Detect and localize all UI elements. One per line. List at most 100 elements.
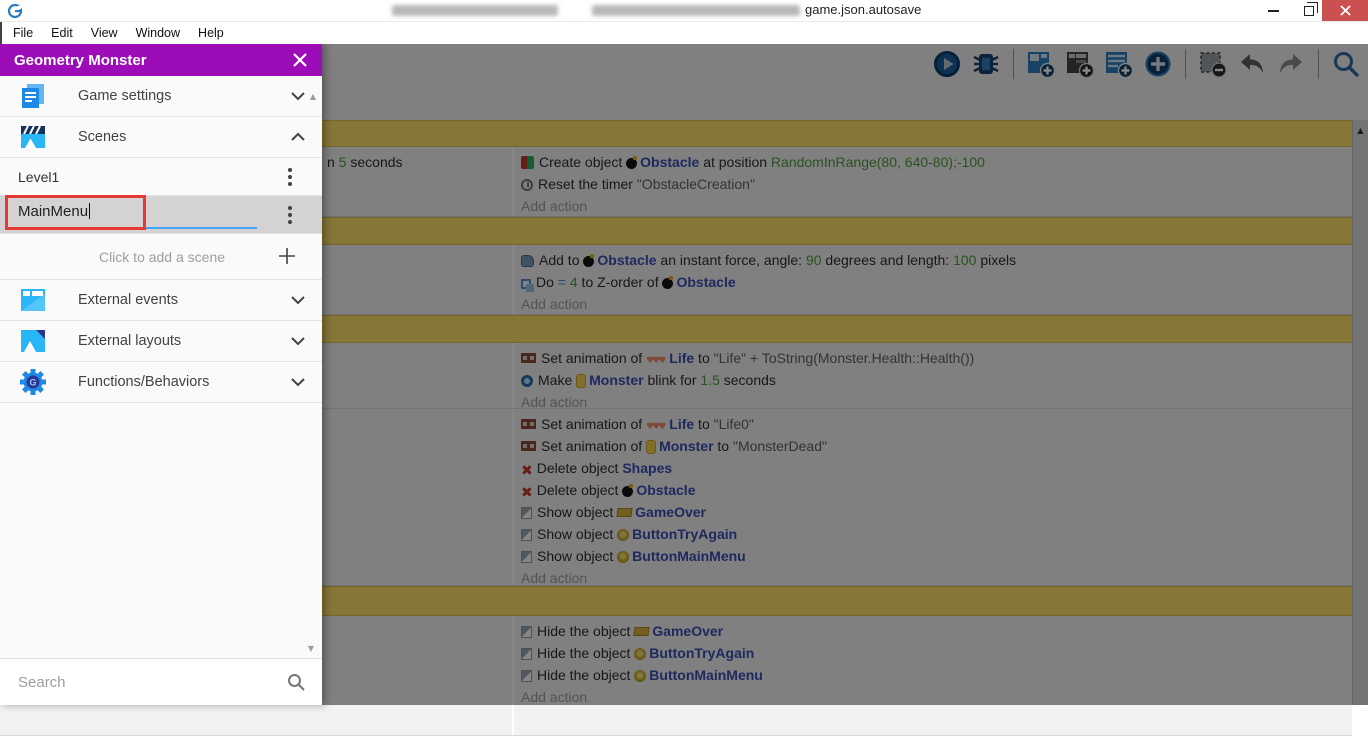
segment-obj: Monster	[589, 372, 644, 388]
segment-obj: Life	[669, 350, 695, 366]
visibility-action-icon	[521, 551, 532, 563]
scene-rename-field[interactable]: MainMenu	[18, 196, 274, 233]
events-scrollbar[interactable]: ▲	[1352, 120, 1368, 705]
segment-text: to	[713, 438, 733, 454]
action-row[interactable]: Set animation of Monster to "MonsterDead…	[514, 435, 1352, 457]
window-titlebar: game.json.autosave	[0, 0, 1368, 22]
segment-text: to	[694, 350, 714, 366]
segment-obj: Life	[669, 416, 695, 432]
scene-name-input[interactable]: MainMenu	[18, 203, 91, 220]
scene-item-mainmenu[interactable]: MainMenu	[0, 196, 322, 234]
action-row[interactable]: Create object Obstacle at position Rando…	[514, 151, 1352, 173]
action-row[interactable]: Make Monster blink for 1.5 seconds	[514, 369, 1352, 391]
undo-button[interactable]	[1236, 48, 1268, 80]
action-row[interactable]: Show object ButtonMainMenu	[514, 545, 1352, 567]
segment-expr: 1.5	[700, 372, 720, 388]
segment-obj: ButtonTryAgain	[632, 526, 738, 542]
segment-expr: 4	[569, 274, 578, 290]
action-row[interactable]: ✖ Delete object Shapes	[514, 457, 1352, 479]
chevron-down-icon	[291, 337, 305, 346]
banner-object-icon	[633, 627, 650, 636]
segment-text: Do	[536, 274, 558, 290]
close-button[interactable]	[1322, 0, 1368, 21]
add-other-event-button[interactable]	[1142, 48, 1174, 80]
menu-item-file[interactable]: File	[4, 26, 42, 40]
segment-text: Show object	[537, 548, 618, 564]
actions-cell[interactable]: Hide the object GameOver Hide the object …	[512, 616, 1352, 735]
sidebar-scroll-up-icon[interactable]: ▲	[310, 92, 316, 101]
menu-item-edit[interactable]: Edit	[42, 26, 82, 40]
menu-item-help[interactable]: Help	[189, 26, 233, 40]
kebab-menu-icon[interactable]	[288, 167, 292, 186]
action-row[interactable]: Set animation of ♥♥♥ Life to "Life" + ToS…	[514, 347, 1352, 369]
segment-obj: Obstacle	[676, 274, 736, 290]
action-row[interactable]: ✖ Delete object Obstacle	[514, 479, 1352, 501]
segment-text: Set animation of	[541, 438, 647, 454]
segment-expr: 100	[953, 252, 977, 268]
play-button[interactable]	[931, 48, 963, 80]
actions-cell[interactable]: Create object Obstacle at position Rando…	[512, 147, 1352, 216]
sidebar-scroll-down-icon[interactable]: ▼	[308, 644, 314, 653]
delete-action-icon: ✖	[521, 485, 533, 501]
redo-button[interactable]	[1275, 48, 1307, 80]
bomb-object-icon	[662, 276, 674, 289]
scroll-up-icon[interactable]: ▲	[1353, 124, 1368, 138]
add-action-button[interactable]: Add action	[514, 195, 1352, 217]
add-scene-button[interactable]: Click to add a scene	[0, 234, 322, 280]
action-row[interactable]: Set animation of ♥♥♥ Life to "Life0"	[514, 413, 1352, 435]
add-event-button[interactable]	[1025, 48, 1057, 80]
coin-object-icon	[634, 670, 647, 682]
zorder-action-icon	[521, 279, 534, 292]
add-comment-event-button[interactable]	[1103, 48, 1135, 80]
sidebar-item-game-settings[interactable]: Game settings	[0, 76, 322, 117]
menu-item-view[interactable]: View	[82, 26, 127, 40]
action-row[interactable]: Do = 4 to Z-order of Obstacle	[514, 271, 1352, 293]
game-settings-icon	[18, 81, 48, 111]
segment-expr: 90	[805, 252, 822, 268]
add-action-button[interactable]: Add action	[514, 567, 1352, 589]
add-subevent-button[interactable]	[1064, 48, 1096, 80]
sidebar-item-functions-behaviors[interactable]: G Functions/Behaviors	[0, 362, 322, 403]
scene-item-level1[interactable]: Level1	[0, 158, 322, 196]
segment-obj: Obstacle	[597, 252, 657, 268]
add-event-icon	[1028, 52, 1056, 79]
undo-icon	[1241, 54, 1263, 73]
segment-text: degrees and length:	[821, 252, 954, 268]
action-row[interactable]: Hide the object GameOver	[514, 620, 1352, 642]
action-row[interactable]: Show object GameOver	[514, 501, 1352, 523]
create-action-icon	[521, 156, 534, 169]
action-row[interactable]: Reset the timer "ObstacleCreation"	[514, 173, 1352, 195]
actions-cell[interactable]: Set animation of ♥♥♥ Life to "Life0" Set a…	[512, 409, 1352, 586]
search-button[interactable]	[1330, 48, 1362, 80]
sidebar-item-external-events[interactable]: External events	[0, 280, 322, 321]
action-row[interactable]: Hide the object ButtonMainMenu	[514, 664, 1352, 686]
action-row[interactable]: Show object ButtonTryAgain	[514, 523, 1352, 545]
segment-str: "MonsterDead"	[732, 438, 827, 454]
kebab-menu-icon[interactable]	[288, 205, 292, 224]
visibility-action-icon	[521, 648, 532, 660]
segment-text: Delete object	[536, 482, 623, 498]
segment-obj: GameOver	[635, 504, 706, 520]
debug-icon	[973, 54, 999, 74]
drawer-close-icon[interactable]	[292, 52, 308, 68]
segment-text: n	[327, 154, 339, 170]
menu-item-window[interactable]: Window	[127, 26, 189, 40]
sidebar-item-external-layouts[interactable]: External layouts	[0, 321, 322, 362]
coin-object-icon	[617, 551, 630, 563]
add-other-event-icon	[1145, 51, 1171, 77]
sidebar-item-scenes[interactable]: Scenes	[0, 117, 322, 158]
minimize-button[interactable]	[1252, 0, 1294, 21]
segment-text: Show object	[537, 504, 618, 520]
add-comment-event-icon	[1106, 52, 1134, 79]
sidebar-item-label: External layouts	[78, 333, 182, 349]
actions-cell[interactable]: Add to Obstacle an instant force, angle:…	[512, 245, 1352, 314]
remove-event-button[interactable]	[1197, 48, 1229, 80]
actions-cell[interactable]: Set animation of ♥♥♥ Life to "Life" + ToS…	[512, 343, 1352, 410]
action-row[interactable]: Add to Obstacle an instant force, angle:…	[514, 249, 1352, 271]
action-row[interactable]: Hide the object ButtonTryAgain	[514, 642, 1352, 664]
debug-button[interactable]	[970, 48, 1002, 80]
segment-obj: Monster	[659, 438, 714, 454]
search-input[interactable]	[18, 673, 286, 691]
add-action-button[interactable]: Add action	[514, 293, 1352, 315]
search-icon[interactable]	[286, 672, 306, 692]
